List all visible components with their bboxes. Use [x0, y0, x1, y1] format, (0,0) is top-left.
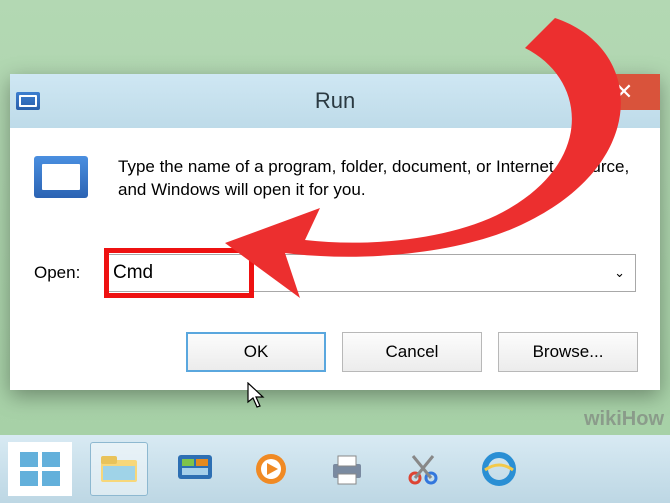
ok-button[interactable]: OK [186, 332, 326, 372]
taskbar-item-system-health[interactable] [166, 442, 224, 496]
run-dialog: Run ✕ Type the name of a program, folder… [10, 74, 660, 390]
printer-icon [327, 452, 367, 486]
cursor-icon [246, 382, 268, 410]
media-player-icon [251, 452, 291, 486]
open-combobox[interactable]: Cmd ⌄ [104, 254, 636, 292]
run-titlebar-icon [16, 92, 40, 110]
open-value: Cmd [113, 262, 153, 284]
instructions-text: Type the name of a program, folder, docu… [118, 156, 636, 202]
taskbar-item-printer[interactable] [318, 442, 376, 496]
scissors-icon [403, 452, 443, 486]
chevron-down-icon[interactable]: ⌄ [614, 265, 625, 281]
run-icon [34, 156, 88, 198]
titlebar[interactable]: Run ✕ [10, 74, 660, 128]
open-row: Open: Cmd ⌄ [34, 254, 636, 292]
start-button[interactable] [8, 442, 72, 496]
watermark: wikiHow [584, 408, 664, 431]
taskbar-item-media-player[interactable] [242, 442, 300, 496]
open-label: Open: [34, 263, 104, 283]
close-icon: ✕ [615, 79, 633, 105]
taskbar-item-file-explorer[interactable] [90, 442, 148, 496]
button-row: OK Cancel Browse... [10, 332, 660, 372]
dialog-title: Run [315, 88, 355, 114]
monitor-icon [175, 452, 215, 486]
taskbar [0, 435, 670, 503]
dialog-body: Type the name of a program, folder, docu… [10, 128, 660, 328]
taskbar-item-internet-explorer[interactable] [470, 442, 528, 496]
close-button[interactable]: ✕ [588, 74, 660, 110]
browse-button[interactable]: Browse... [498, 332, 638, 372]
cancel-button[interactable]: Cancel [342, 332, 482, 372]
internet-explorer-icon [479, 452, 519, 486]
taskbar-item-snipping-tool[interactable] [394, 442, 452, 496]
file-explorer-icon [99, 452, 139, 486]
